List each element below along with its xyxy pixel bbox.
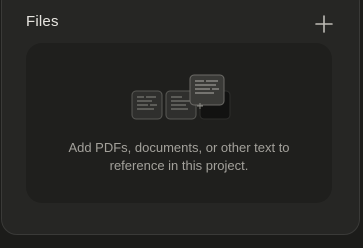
empty-state-line-2: reference in this project.: [109, 158, 249, 173]
file-dropzone[interactable]: Add PDFs, documents, or other text to re…: [26, 43, 332, 203]
add-file-button[interactable]: [313, 13, 335, 35]
files-panel: Files Add PDFs, documents, or other text…: [1, 0, 360, 235]
plus-icon: [315, 15, 333, 33]
empty-state-line-1: Add PDFs, documents, or other text to: [68, 140, 290, 155]
empty-state-message: Add PDFs, documents, or other text to re…: [26, 139, 332, 175]
document-stack-icon: [130, 73, 240, 123]
files-title: Files: [26, 13, 59, 30]
